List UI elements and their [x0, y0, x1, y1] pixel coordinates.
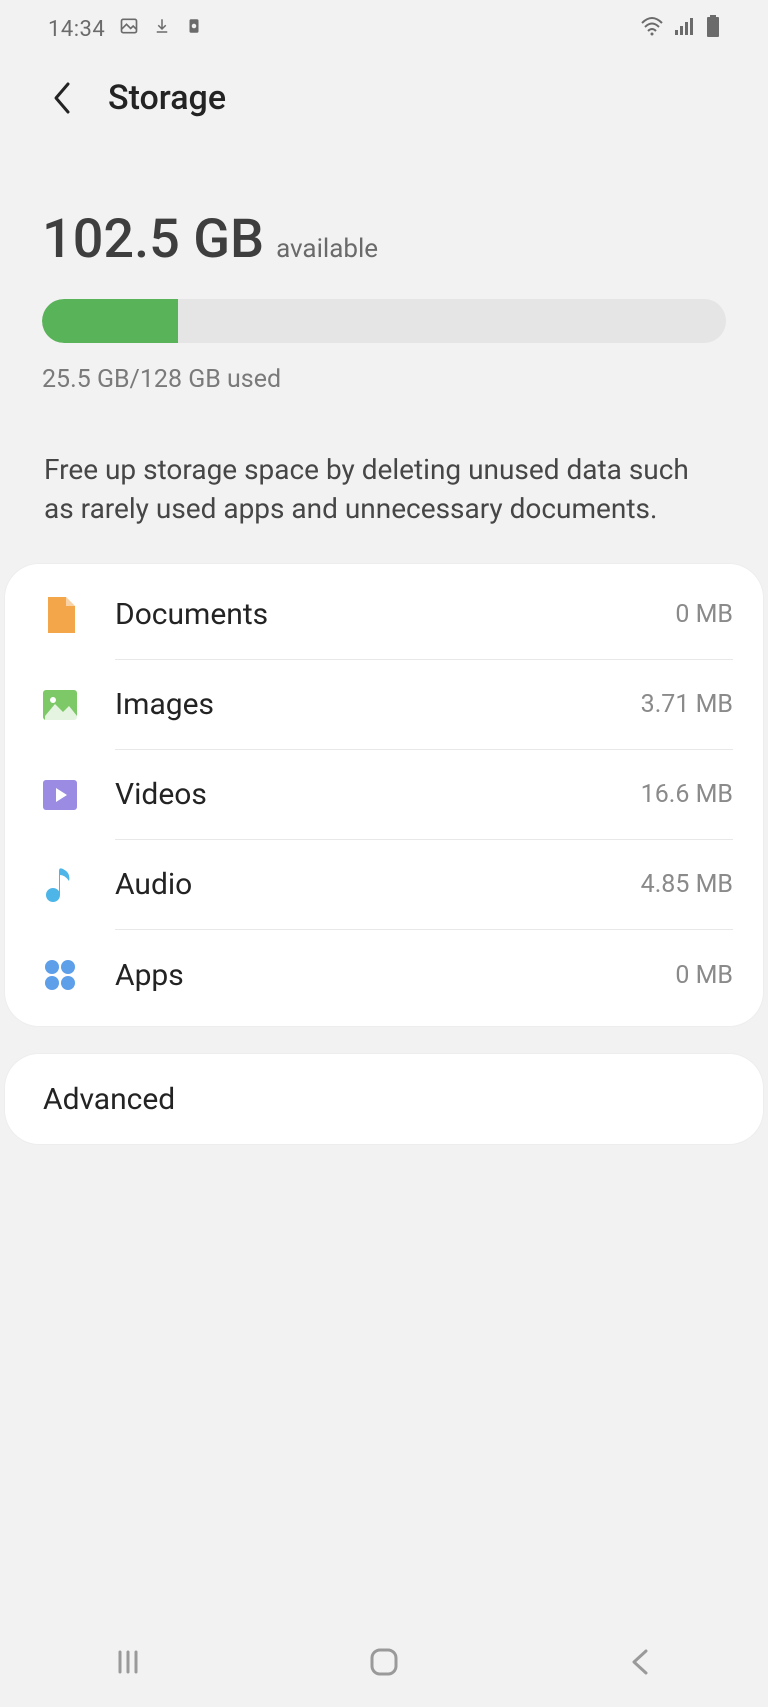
- apps-icon: [35, 950, 85, 1000]
- images-icon: [35, 680, 85, 730]
- nav-back-button[interactable]: [610, 1632, 670, 1692]
- home-icon: [368, 1646, 400, 1678]
- category-size: 0 MB: [675, 600, 733, 629]
- category-size: 4.85 MB: [641, 870, 733, 899]
- documents-icon: [35, 590, 85, 640]
- battery-icon: [706, 15, 720, 43]
- storage-summary: 102.5 GB available 25.5 GB/128 GB used: [0, 148, 768, 394]
- page-title: Storage: [108, 78, 226, 118]
- category-documents[interactable]: Documents 0 MB: [35, 570, 733, 660]
- category-label: Documents: [115, 597, 268, 632]
- download-icon: [153, 16, 171, 42]
- signal-icon: [674, 16, 696, 42]
- categories-card: Documents 0 MB Images 3.71 MB Videos 16.…: [5, 564, 763, 1026]
- header: Storage: [0, 58, 768, 148]
- home-button[interactable]: [354, 1632, 414, 1692]
- picture-icon: [119, 16, 139, 42]
- storage-progress-bar: [42, 299, 726, 343]
- category-label: Videos: [115, 777, 207, 812]
- category-audio[interactable]: Audio 4.85 MB: [35, 840, 733, 930]
- advanced-item[interactable]: Advanced: [5, 1054, 763, 1144]
- available-amount: 102.5 GB: [42, 208, 264, 271]
- category-size: 3.71 MB: [641, 690, 733, 719]
- chevron-left-icon: [628, 1647, 652, 1677]
- category-apps[interactable]: Apps 0 MB: [35, 930, 733, 1020]
- videos-icon: [35, 770, 85, 820]
- card-icon: [185, 16, 203, 42]
- nav-bar: [0, 1617, 768, 1707]
- category-label: Images: [115, 687, 214, 722]
- available-label: available: [276, 234, 378, 264]
- status-time: 14:34: [48, 17, 105, 42]
- wifi-icon: [640, 16, 664, 42]
- description-text: Free up storage space by deleting unused…: [0, 450, 768, 528]
- usage-text: 25.5 GB/128 GB used: [42, 365, 726, 394]
- category-label: Audio: [115, 867, 192, 902]
- category-label: Apps: [115, 958, 184, 993]
- recents-button[interactable]: [98, 1632, 158, 1692]
- category-size: 16.6 MB: [641, 780, 733, 809]
- category-videos[interactable]: Videos 16.6 MB: [35, 750, 733, 840]
- category-images[interactable]: Images 3.71 MB: [35, 660, 733, 750]
- advanced-label: Advanced: [43, 1082, 175, 1117]
- recents-icon: [114, 1648, 142, 1676]
- status-bar: 14:34: [0, 0, 768, 58]
- storage-progress-fill: [42, 299, 178, 343]
- chevron-left-icon: [51, 81, 73, 115]
- audio-icon: [35, 860, 85, 910]
- back-button[interactable]: [40, 76, 84, 120]
- category-size: 0 MB: [675, 961, 733, 990]
